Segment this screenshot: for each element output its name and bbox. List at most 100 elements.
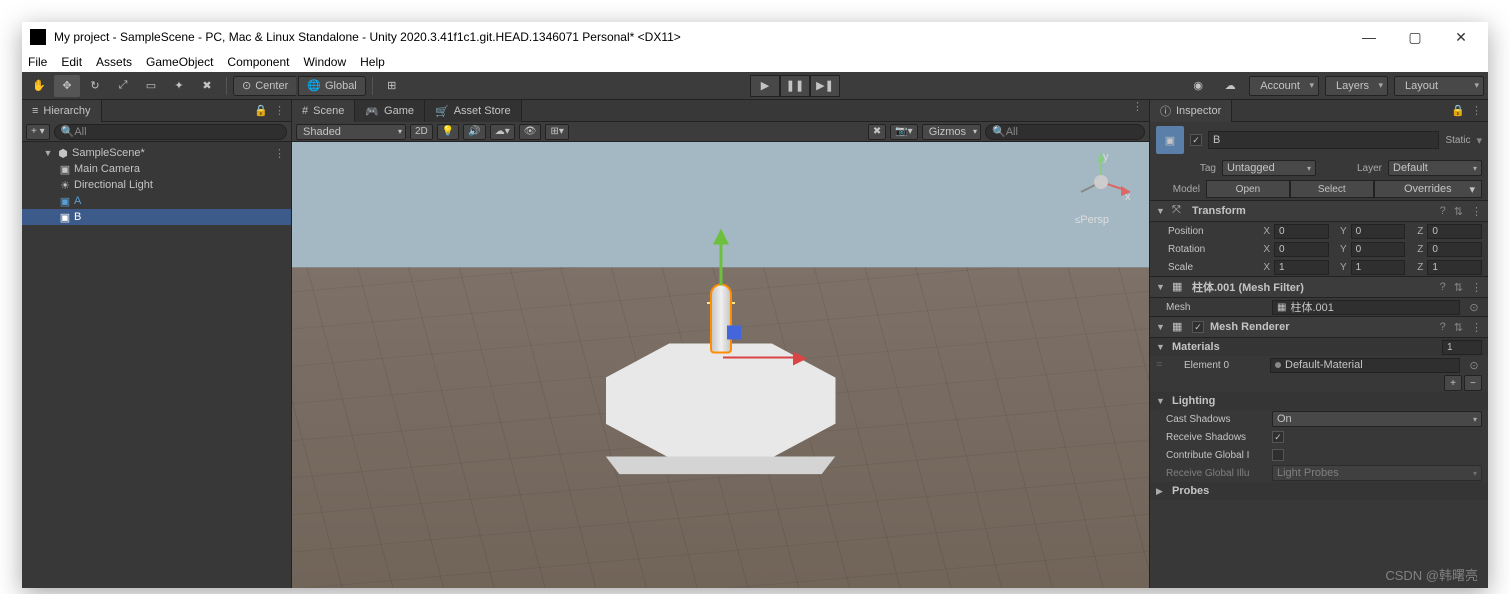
cast-shadows-dropdown[interactable]: On [1272,411,1482,427]
hierarchy-item[interactable]: ☀ Directional Light [22,177,291,193]
inspector-tab[interactable]: ⓘ Inspector [1150,100,1232,122]
orientation-gizmo[interactable]: y x [1071,152,1131,212]
component-menu-icon[interactable]: ⋮ [1471,281,1482,294]
object-name-field[interactable] [1208,131,1439,149]
shading-dropdown[interactable]: Shaded [296,124,406,140]
position-z[interactable]: 0 [1427,224,1482,239]
close-button[interactable]: ✕ [1438,22,1484,52]
transform-tool-icon[interactable]: ✦ [166,75,192,97]
menu-gameobject[interactable]: GameObject [146,55,213,69]
help-icon[interactable]: ? [1440,281,1446,294]
rotation-z[interactable]: 0 [1427,242,1482,257]
panel-lock-icon[interactable]: 🔒 [254,104,268,117]
object-picker-icon[interactable]: ⊙ [1466,359,1482,372]
account-dropdown[interactable]: Account [1249,76,1319,96]
hidden-toggle-icon[interactable]: 👁 [519,124,542,140]
position-y[interactable]: 0 [1351,224,1406,239]
scale-y[interactable]: 1 [1351,260,1406,275]
help-icon[interactable]: ? [1440,321,1446,334]
projection-label[interactable]: ≤Persp [1075,214,1109,226]
cloud-icon[interactable]: ☁ [1217,75,1243,97]
static-dropdown-icon[interactable]: ▾ [1476,134,1482,147]
y-axis-arrow[interactable] [713,228,729,244]
audio-toggle-icon[interactable]: 🔊 [463,124,485,140]
pause-button[interactable]: ❚❚ [780,75,810,97]
scale-x[interactable]: 1 [1274,260,1329,275]
play-button[interactable]: ▶ [750,75,780,97]
gameobject-icon[interactable]: ▣ [1156,126,1184,154]
help-icon[interactable]: ? [1440,205,1446,218]
space-toggle[interactable]: 🌐Global [298,76,366,96]
object-picker-icon[interactable]: ⊙ [1466,301,1482,314]
rect-tool-icon[interactable]: ▭ [138,75,164,97]
minimize-button[interactable]: — [1346,22,1392,52]
mesh-renderer-component[interactable]: ▼ ▦ ✓ Mesh Renderer ?⇅⋮ [1150,316,1488,338]
menu-edit[interactable]: Edit [61,55,82,69]
move-tool-icon[interactable]: ✥ [54,75,80,97]
preset-icon[interactable]: ⇅ [1454,281,1463,294]
custom-tool-icon[interactable]: ✖ [194,75,220,97]
component-menu-icon[interactable]: ⋮ [1471,321,1482,334]
mesh-filter-component[interactable]: ▼ ▦ 柱体.001 (Mesh Filter) ?⇅⋮ [1150,276,1488,298]
scene-viewport[interactable]: y x ≤Persp [292,142,1149,588]
materials-count[interactable]: 1 [1442,340,1482,355]
layer-dropdown[interactable]: Default [1388,160,1482,176]
scale-tool-icon[interactable]: ⤢ [110,75,136,97]
hierarchy-tab[interactable]: ≡ Hierarchy [22,100,102,122]
scale-z[interactable]: 1 [1427,260,1482,275]
active-checkbox[interactable]: ✓ [1190,134,1202,146]
hierarchy-item-selected[interactable]: ▣ B [22,209,291,225]
preset-icon[interactable]: ⇅ [1454,205,1463,218]
tools-icon[interactable]: ✖ [868,124,886,140]
x-axis-arrow[interactable] [793,351,807,365]
overrides-dropdown[interactable]: Overrides▾ [1374,180,1482,198]
remove-material-button[interactable]: − [1464,375,1482,391]
renderer-enable-checkbox[interactable]: ✓ [1192,321,1204,333]
material-field[interactable]: Default-Material [1270,358,1460,373]
scene-row[interactable]: ▼ ⬢ SampleScene* ⋮ [22,145,291,161]
scene-tab[interactable]: # Scene [292,100,355,122]
step-button[interactable]: ▶❚ [810,75,840,97]
panel-menu-icon[interactable]: ⋮ [274,104,285,117]
rotation-y[interactable]: 0 [1351,242,1406,257]
menu-window[interactable]: Window [303,55,346,69]
asset-store-tab[interactable]: 🛒 Asset Store [425,100,522,122]
rotate-tool-icon[interactable]: ↻ [82,75,108,97]
menu-component[interactable]: Component [227,55,289,69]
2d-toggle[interactable]: 2D [410,124,433,140]
layout-dropdown[interactable]: Layout [1394,76,1484,96]
hierarchy-item[interactable]: ▣ Main Camera [22,161,291,177]
scene-menu-icon[interactable]: ⋮ [274,147,291,160]
layers-dropdown[interactable]: Layers [1325,76,1388,96]
maximize-button[interactable]: ▢ [1392,22,1438,52]
panel-menu-icon[interactable]: ⋮ [1132,100,1143,121]
preset-icon[interactable]: ⇅ [1454,321,1463,334]
panel-lock-icon[interactable]: 🔒 [1451,104,1465,117]
fx-toggle-icon[interactable]: ☁▾ [490,124,515,140]
add-material-button[interactable]: + [1444,375,1462,391]
camera-settings-icon[interactable]: 📷▾ [890,124,917,140]
grid-toggle-icon[interactable]: ⊞▾ [545,124,568,140]
z-axis-handle[interactable] [727,325,741,339]
pivot-toggle[interactable]: ⊙Center [233,76,296,96]
menu-assets[interactable]: Assets [96,55,132,69]
hierarchy-item[interactable]: ▣ A [22,193,291,209]
collab-icon[interactable]: ◉ [1185,75,1211,97]
transform-component[interactable]: ▼ ⤧ Transform ?⇅⋮ [1150,200,1488,222]
rotation-x[interactable]: 0 [1274,242,1329,257]
receive-shadows-checkbox[interactable]: ✓ [1272,431,1284,443]
open-button[interactable]: Open [1206,180,1290,198]
select-button[interactable]: Select [1290,180,1374,198]
contribute-gi-checkbox[interactable] [1272,449,1284,461]
snap-toggle-icon[interactable]: ⊞ [379,75,405,97]
hand-tool-icon[interactable]: ✋ [26,75,52,97]
gizmos-dropdown[interactable]: Gizmos [922,124,981,140]
menu-help[interactable]: Help [360,55,385,69]
position-x[interactable]: 0 [1274,224,1329,239]
component-menu-icon[interactable]: ⋮ [1471,205,1482,218]
menu-file[interactable]: File [28,55,47,69]
tag-dropdown[interactable]: Untagged [1222,160,1316,176]
create-dropdown[interactable]: + ▾ [26,124,50,140]
scene-search[interactable]: 🔍 All [985,124,1145,140]
hierarchy-search[interactable]: 🔍 All [54,124,287,140]
